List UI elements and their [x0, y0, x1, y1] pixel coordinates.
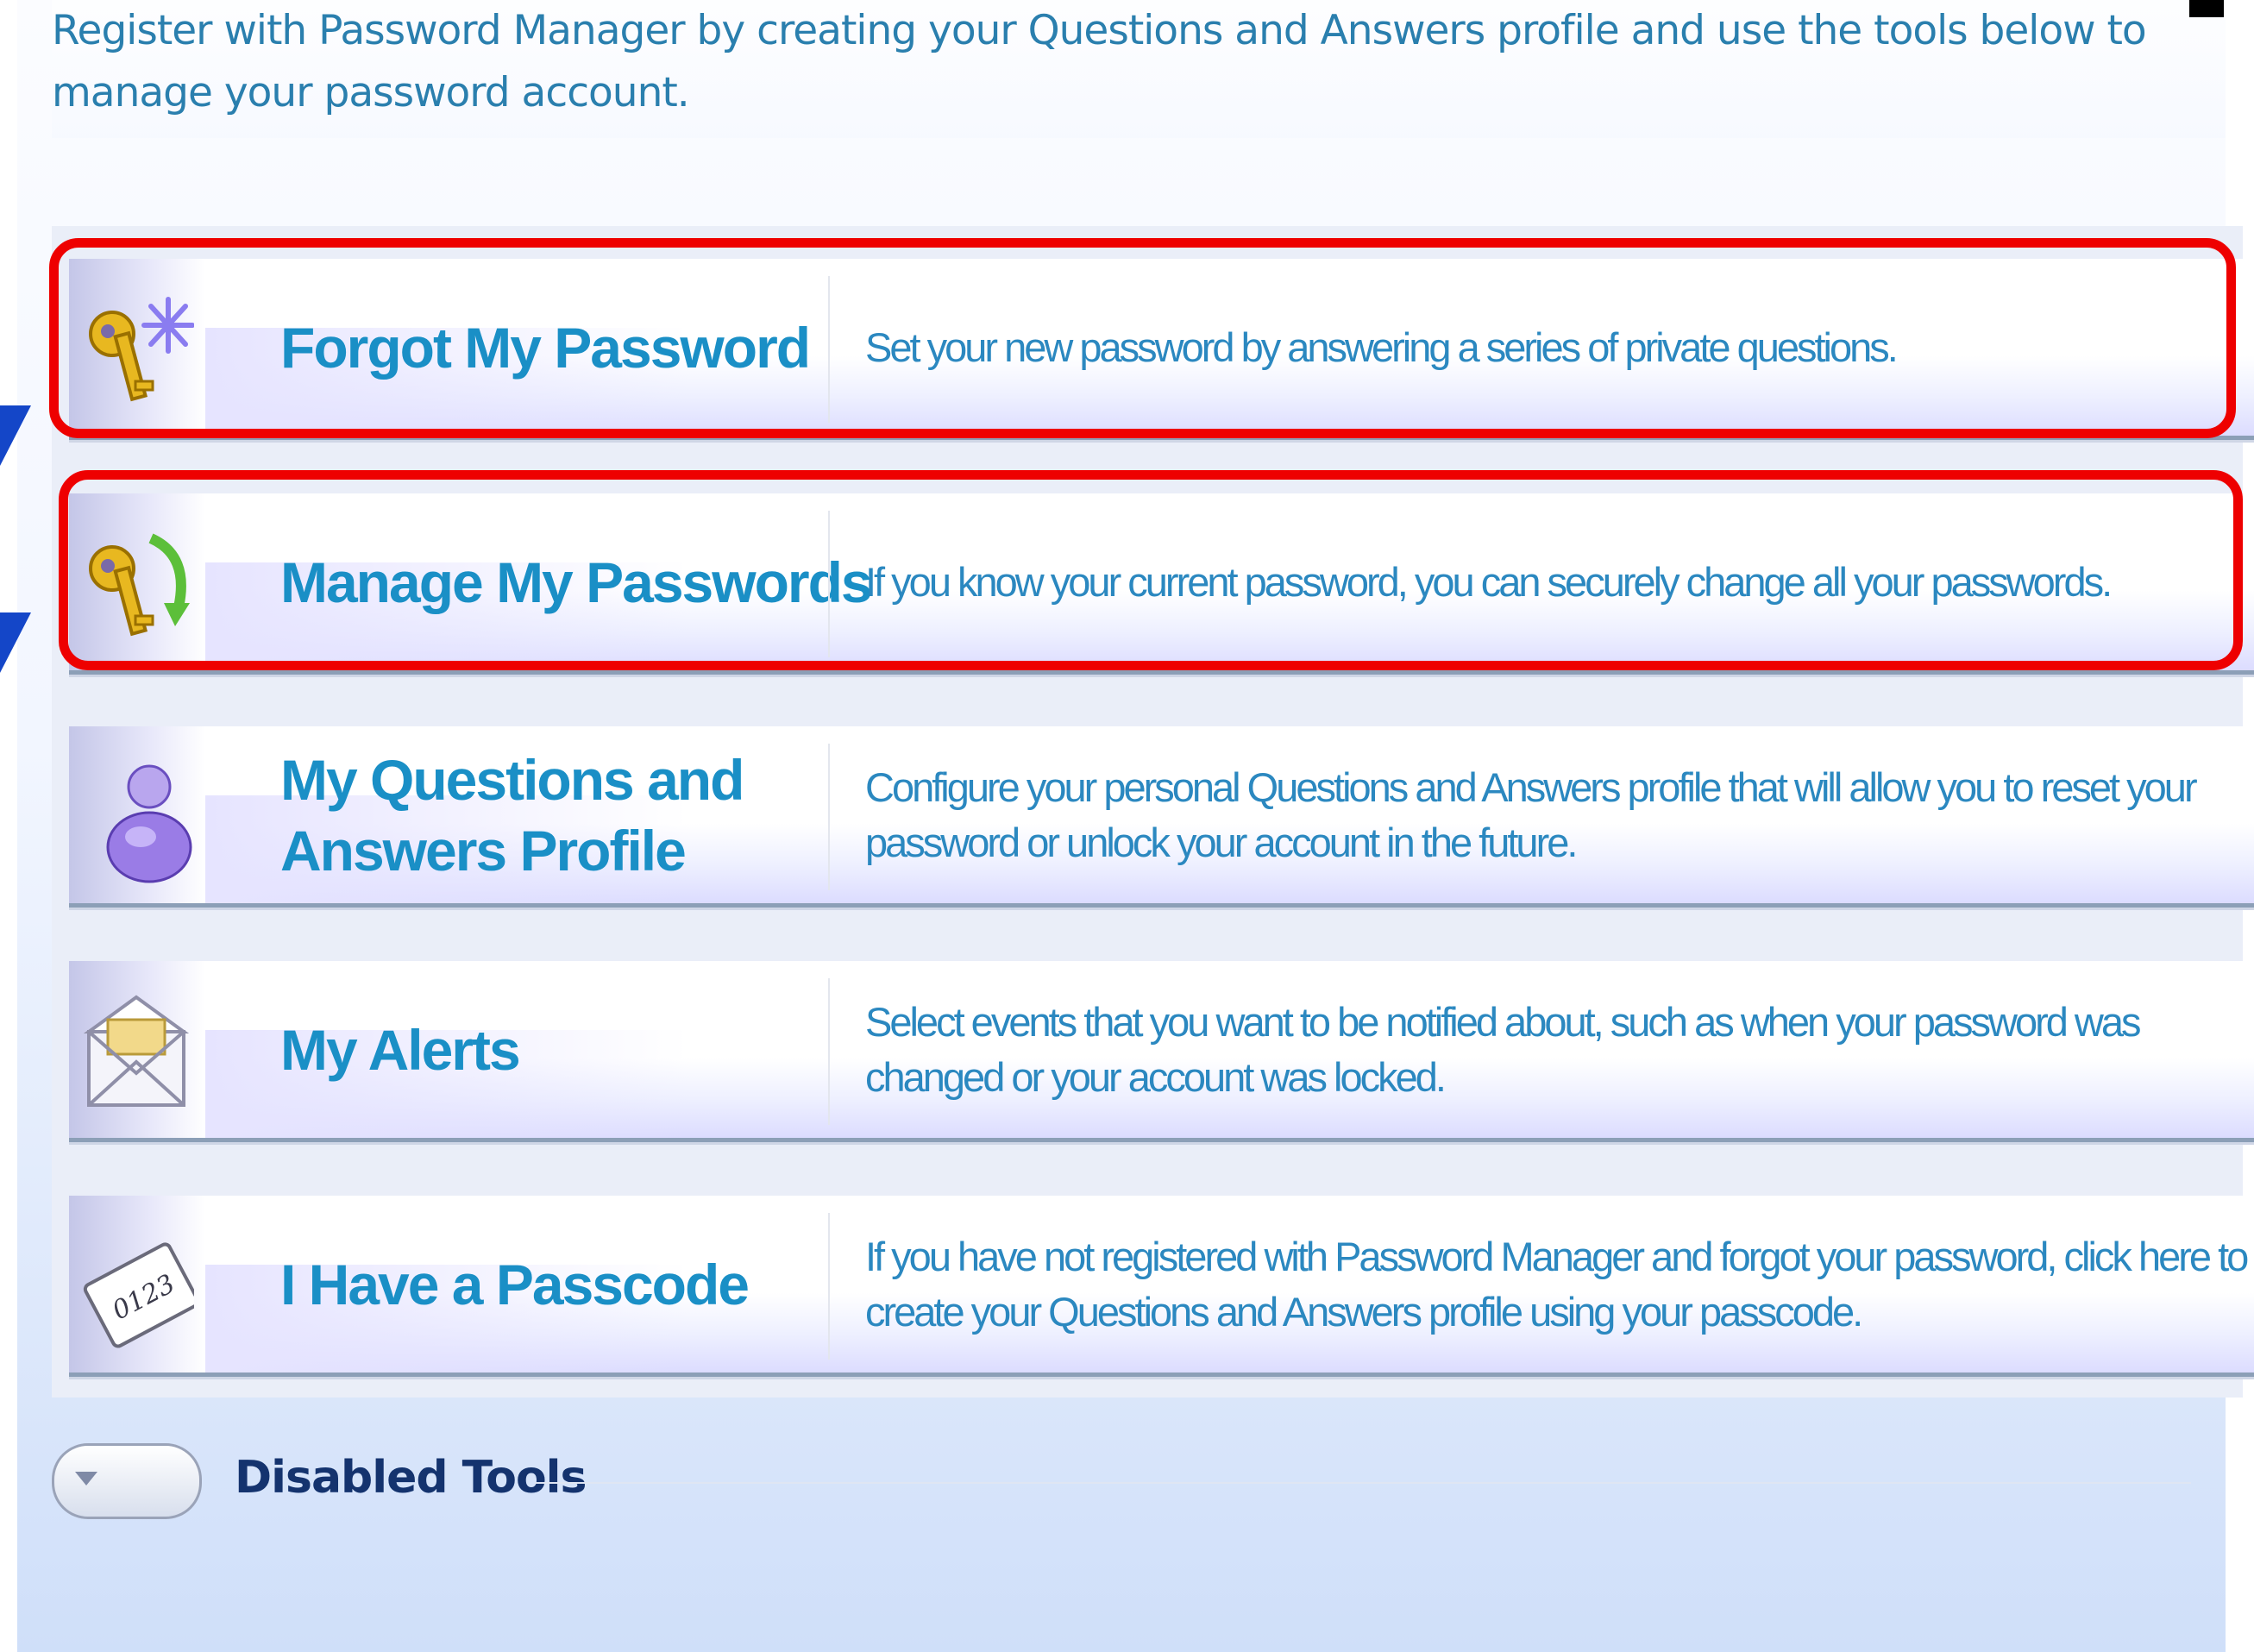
tool-title[interactable]: My Alerts — [280, 961, 901, 1138]
tool-description: Configure your personal Questions and An… — [865, 763, 2198, 865]
tool-description: Select events that you want to be notifi… — [865, 998, 2142, 1100]
divider — [535, 1482, 2191, 1484]
tool-icon-box — [69, 259, 205, 436]
tool-icon-box — [69, 961, 205, 1138]
divider — [828, 511, 830, 657]
arrow-icon — [0, 405, 31, 466]
envelope-icon — [83, 995, 190, 1107]
divider — [828, 744, 830, 890]
key-asterisk-icon — [89, 297, 194, 402]
intro-text: Register with Password Manager by creati… — [52, 0, 2226, 138]
tool-title[interactable]: Forgot My Password — [280, 259, 901, 436]
tool-title[interactable]: I Have a Passcode — [280, 1196, 901, 1372]
tool-title[interactable]: Manage My Passwords — [280, 493, 901, 670]
tool-icon-box: 0123 — [69, 1196, 205, 1372]
tool-my-alerts[interactable]: My Alerts Select events that you want to… — [69, 961, 2254, 1142]
divider — [828, 276, 830, 423]
disabled-tools-label[interactable]: Disabled Tools — [235, 1452, 587, 1504]
key-refresh-icon — [89, 533, 190, 637]
user-profile-icon — [106, 764, 192, 883]
passcode-card-icon: 0123 — [83, 1242, 194, 1348]
corner-mark — [2189, 0, 2224, 17]
tool-description: Set your new password by answering a ser… — [865, 323, 1899, 370]
tool-description: If you know your current password, you c… — [865, 558, 2113, 605]
tool-title[interactable]: My Questions and Answers Profile — [280, 726, 901, 903]
tool-my-questions-and-answers-profile[interactable]: My Questions and Answers Profile Configu… — [69, 726, 2254, 908]
tool-description: If you have not registered with Password… — [865, 1233, 2249, 1335]
tool-forgot-my-password[interactable]: Forgot My Password Set your new password… — [69, 259, 2254, 440]
tool-icon-box — [69, 726, 205, 903]
divider — [828, 1213, 830, 1360]
tool-i-have-a-passcode[interactable]: 0123 I Have a Passcode If you have not r… — [69, 1196, 2254, 1377]
chevron-down-icon — [75, 1472, 97, 1486]
disabled-tools-row: Disabled Tools — [52, 1439, 2208, 1525]
tool-icon-box — [69, 493, 205, 670]
disabled-tools-toggle[interactable] — [52, 1443, 202, 1519]
tool-manage-my-passwords[interactable]: Manage My Passwords If you know your cur… — [69, 493, 2254, 675]
arrow-icon — [0, 612, 31, 673]
divider — [828, 978, 830, 1125]
